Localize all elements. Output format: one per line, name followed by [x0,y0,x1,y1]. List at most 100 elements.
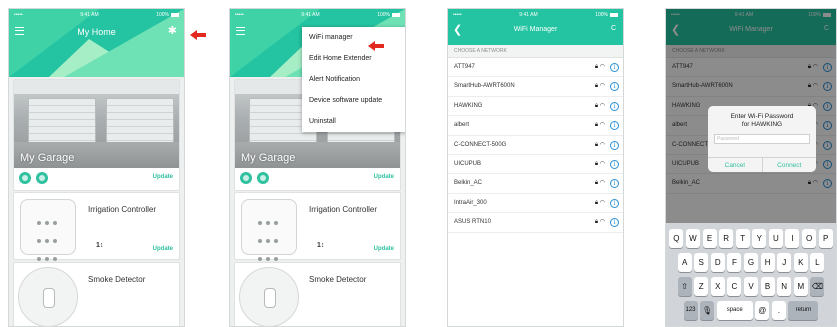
info-icon[interactable]: i [610,101,619,111]
key[interactable]: U [768,229,783,248]
menu-item-uninstall[interactable]: Uninstall [302,111,405,132]
network-name: IntraAir_300 [454,199,487,206]
battery-level: 100% [595,12,618,18]
network-name: SmartHub-AWRT600N [454,83,515,90]
key[interactable]: W [685,229,700,248]
smoke-detector-card[interactable]: Smoke Detector [234,262,401,326]
menu-item-device-software-update[interactable]: Device software update [302,90,405,111]
key[interactable]: Y [752,229,767,248]
key[interactable]: P [818,229,833,248]
key[interactable]: A [677,253,692,272]
garage-card-footer: Update [14,166,179,190]
irrigation-update-link[interactable]: Update [374,246,394,252]
key[interactable]: D [710,253,725,272]
garage-door-control-icon[interactable] [240,172,252,184]
menu-item-wifi-manager[interactable]: WiFi manager [302,27,405,48]
key[interactable]: V [744,277,758,296]
network-row[interactable]: HAWKING 🔒︎ ◠ i [448,97,623,117]
lock-wifi-icon: 🔒︎ ◠ [594,141,605,148]
key[interactable]: N [777,277,792,296]
connect-button[interactable]: Connect [761,158,817,172]
key[interactable]: R [719,229,734,248]
key[interactable]: E [702,229,717,248]
network-row[interactable]: albert 🔒︎ ◠ i [448,116,623,136]
garage-light-control-icon[interactable] [257,172,269,184]
key[interactable]: I [785,229,800,248]
key[interactable]: O [802,229,817,248]
smoke-detector-image [18,267,78,326]
settings-dropdown-menu: WiFi manager Edit Home Extender Alert No… [302,27,405,132]
backspace-key-icon[interactable]: ⌫ [810,277,825,296]
cancel-button[interactable]: Cancel [708,158,762,172]
network-row[interactable]: UICUPUB 🔒︎ ◠ i [448,155,623,175]
key[interactable]: F [727,253,742,272]
garage-card-footer: Update [235,166,400,190]
pointer-arrow-wifi-manager [368,41,384,51]
irrigation-update-link[interactable]: Update [153,246,173,252]
info-icon[interactable]: i [610,159,619,169]
network-list: CHOOSE A NETWORK ATT947 🔒︎ ◠ i SmartHub-AW… [448,45,623,326]
key[interactable]: K [793,253,808,272]
network-row[interactable]: C-CONNECT-500G 🔒︎ ◠ i [448,136,623,155]
network-row[interactable]: IntraAir_300 🔒︎ ◠ i [448,194,623,214]
hamburger-menu-icon[interactable] [236,27,245,35]
key[interactable]: H [760,253,775,272]
network-row[interactable]: Belkin_AC 🔒︎ ◠ i [448,174,623,194]
irrigation-card[interactable]: Irrigation Controller 1↕ Update [13,192,180,261]
wifi-password-dialog: Enter Wi-Fi Password for HAWKING Password… [708,106,816,172]
menu-item-alert-notification[interactable]: Alert Notification [302,69,405,90]
network-name: ASUS RTN10 [454,219,491,226]
key[interactable]: X [710,277,725,296]
info-icon[interactable]: i [610,82,619,92]
garage-label: My Garage [20,152,75,164]
info-icon[interactable]: i [610,121,619,131]
keyboard-row-1: Q W E R T Y U I O P [666,229,836,248]
smoke-detector-card[interactable]: Smoke Detector [13,262,180,326]
home-screen: ••••• 9:41 AM 100% My Home ✱ My Garage U… [8,8,185,327]
status-time: 9:41 AM [301,12,320,18]
key[interactable]: J [777,253,792,272]
info-icon[interactable]: i [610,179,619,189]
shift-key-icon[interactable]: ⇧ [677,277,692,296]
numbers-key[interactable]: 123 [683,301,698,320]
key[interactable]: B [760,277,775,296]
return-key[interactable]: return [788,301,819,320]
gear-icon[interactable]: ✱ [168,26,177,37]
key[interactable]: S [694,253,709,272]
battery-level: 100% [156,12,179,18]
dot-key[interactable]: . [771,301,786,320]
info-icon[interactable]: i [610,63,619,72]
garage-update-link[interactable]: Update [153,174,173,180]
network-row[interactable]: ASUS RTN10 🔒︎ ◠ i [448,213,623,233]
garage-card[interactable]: My Garage Update [13,79,180,191]
garage-label: My Garage [241,152,296,164]
key[interactable]: C [727,277,742,296]
status-bar: ••••• 9:41 AM 100% [448,9,623,21]
network-name: albert [454,122,470,129]
microphone-key-icon[interactable]: 🎙︎ [700,301,715,320]
network-name: Belkin_AC [454,180,483,187]
key[interactable]: T [735,229,750,248]
key[interactable]: G [744,253,758,272]
key[interactable]: L [810,253,825,272]
status-bar: ••••• 9:41 AM 100% [9,9,184,21]
key[interactable]: Z [694,277,709,296]
info-icon[interactable]: i [610,140,619,150]
menu-item-edit-home-extender[interactable]: Edit Home Extender [302,48,405,69]
irrigation-card[interactable]: Irrigation Controller 1↕ Update [234,192,401,261]
refresh-icon[interactable]: C [611,25,616,32]
info-icon[interactable]: i [610,198,619,208]
garage-update-link[interactable]: Update [374,174,394,180]
password-field[interactable]: Password [714,134,810,144]
key[interactable]: M [793,277,808,296]
network-row[interactable]: ATT947 🔒︎ ◠ i [448,58,623,78]
network-row[interactable]: SmartHub-AWRT600N 🔒︎ ◠ i [448,77,623,97]
key[interactable]: Q [669,229,684,248]
garage-door-control-icon[interactable] [19,172,31,184]
at-key[interactable]: @ [755,301,770,320]
info-icon[interactable]: i [610,218,619,228]
space-key[interactable]: space [716,301,753,320]
keyboard-row-2: A S D F G H J K L [666,253,836,272]
lock-wifi-icon: 🔒︎ ◠ [594,122,605,129]
garage-light-control-icon[interactable] [36,172,48,184]
